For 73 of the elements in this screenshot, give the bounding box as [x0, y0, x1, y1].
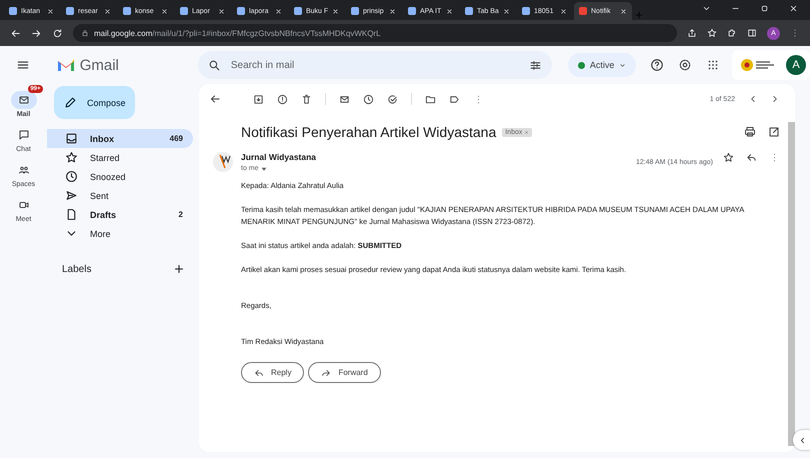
status-button[interactable]: Active	[568, 53, 636, 77]
search-input[interactable]: Search in mail	[228, 58, 521, 72]
favicon-icon	[465, 7, 473, 15]
back-arrow-icon[interactable]	[10, 28, 21, 38]
account-avatar[interactable]: A	[786, 55, 806, 75]
folder-item[interactable]: Sent	[47, 186, 193, 205]
favicon-icon	[9, 7, 17, 15]
favicon-icon	[351, 7, 359, 15]
folder-item[interactable]: Drafts 2	[47, 205, 193, 224]
favicon-icon	[522, 7, 530, 15]
share-icon[interactable]	[687, 28, 697, 38]
email-subject: Notifikasi Penyerahan Artikel Widyastana	[241, 124, 496, 140]
add-task-icon[interactable]	[387, 94, 398, 104]
envelope-logo-icon	[56, 58, 75, 72]
lock-icon	[81, 29, 89, 37]
caret-down-icon[interactable]	[260, 166, 267, 172]
star-icon[interactable]	[723, 152, 734, 163]
folder-icon[interactable]	[425, 94, 436, 104]
send-icon	[65, 189, 78, 202]
chevron-down-icon	[619, 62, 626, 68]
favicon-icon	[408, 7, 416, 15]
apps-grid-icon[interactable]	[706, 58, 720, 72]
reply-button[interactable]: Reply	[241, 362, 304, 383]
back-arrow-icon[interactable]	[209, 93, 221, 105]
label-icon[interactable]	[449, 94, 460, 104]
search-icon[interactable]	[208, 58, 221, 72]
print-icon[interactable]	[744, 126, 756, 138]
favicon-icon	[579, 7, 587, 15]
clock-icon	[65, 170, 78, 183]
people-icon	[18, 164, 30, 176]
reply-arrow-icon	[254, 368, 264, 378]
address-bar[interactable]: mail.google.com/mail/u/1/?pli=1#inbox/FMfcgzGtvsbNBfncsVTssMHDKqvWKQrL	[73, 24, 677, 42]
url-text: mail.google.com/mail/u/1/?pli=1#inbox/FMfcgzGtvsbNBfncsVTssMHDKqvWKQrL	[94, 28, 381, 38]
plus-icon[interactable]	[173, 263, 185, 275]
trash-icon[interactable]	[301, 94, 312, 104]
compose-button[interactable]: Compose	[54, 86, 135, 119]
sender-name: Jurnal Widyastana	[241, 152, 318, 162]
extensions-icon[interactable]	[727, 28, 737, 38]
mail-icon	[18, 94, 30, 106]
reply-icon[interactable]	[746, 152, 757, 163]
forward-arrow-icon	[321, 368, 332, 378]
scrollbar-thumb[interactable]	[788, 122, 795, 446]
app-logo-text: Gmail	[80, 56, 119, 74]
favicon-icon	[123, 7, 131, 15]
labels-heading: Labels	[62, 264, 92, 274]
settings-icon[interactable]	[678, 58, 692, 72]
folder-item[interactable]: Starred	[47, 148, 193, 167]
report-icon[interactable]	[277, 94, 288, 104]
favicon-icon	[294, 7, 302, 15]
archive-icon[interactable]	[253, 94, 264, 104]
open-new-window-icon[interactable]	[768, 126, 780, 138]
reload-icon[interactable]	[52, 28, 63, 38]
star-icon	[65, 151, 78, 164]
folder-item[interactable]: Snoozed	[47, 167, 193, 186]
search-bar[interactable]: Search in mail	[198, 51, 552, 79]
forward-button[interactable]: Forward	[308, 362, 381, 383]
inbox-icon	[65, 132, 78, 145]
clock-icon[interactable]	[363, 94, 374, 104]
folder-item[interactable]: Inbox 469	[47, 129, 193, 148]
help-icon[interactable]	[650, 58, 664, 72]
document-icon	[65, 208, 78, 221]
forward-arrow-icon[interactable]	[31, 28, 42, 38]
favicon-icon	[66, 7, 74, 15]
filter-sliders-icon[interactable]	[528, 58, 542, 72]
video-camera-icon	[18, 199, 30, 211]
favicon-icon	[237, 7, 245, 15]
chat-bubble-icon	[18, 129, 30, 141]
sidebar-icon[interactable]	[747, 28, 757, 38]
pencil-icon	[64, 96, 77, 109]
restore-icon[interactable]	[760, 4, 769, 12]
favicon-icon	[180, 7, 188, 15]
folder-item[interactable]: More	[47, 224, 193, 243]
envelope-icon[interactable]	[339, 94, 350, 104]
